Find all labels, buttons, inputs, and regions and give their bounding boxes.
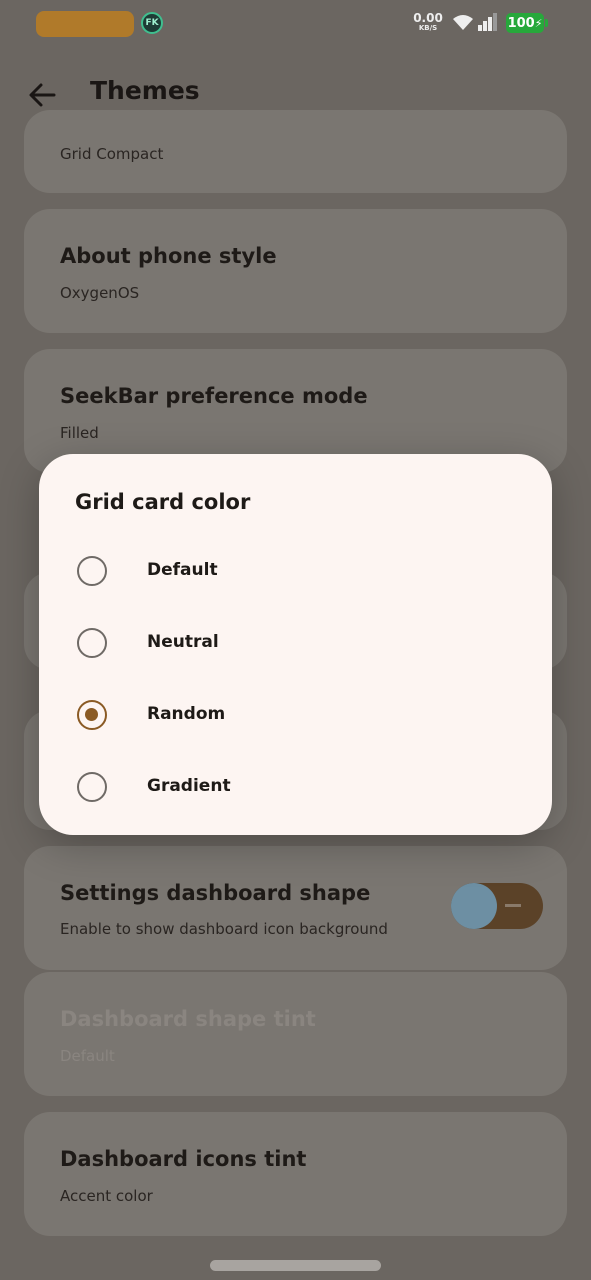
option-neutral[interactable]: Neutral xyxy=(39,613,552,673)
dialog-title: Grid card color xyxy=(75,490,251,514)
option-gradient[interactable]: Gradient xyxy=(39,757,552,817)
option-label: Default xyxy=(147,560,218,580)
option-random[interactable]: Random xyxy=(39,685,552,745)
grid-card-color-dialog: Grid card color Default Neutral Random G… xyxy=(39,454,552,835)
option-label: Neutral xyxy=(147,632,219,652)
option-label: Random xyxy=(147,704,226,724)
option-default[interactable]: Default xyxy=(39,541,552,601)
radio-selected-icon[interactable] xyxy=(77,700,107,730)
radio-unselected-icon[interactable] xyxy=(77,772,107,802)
radio-unselected-icon[interactable] xyxy=(77,556,107,586)
home-indicator[interactable] xyxy=(210,1260,381,1271)
radio-unselected-icon[interactable] xyxy=(77,628,107,658)
option-label: Gradient xyxy=(147,776,231,796)
